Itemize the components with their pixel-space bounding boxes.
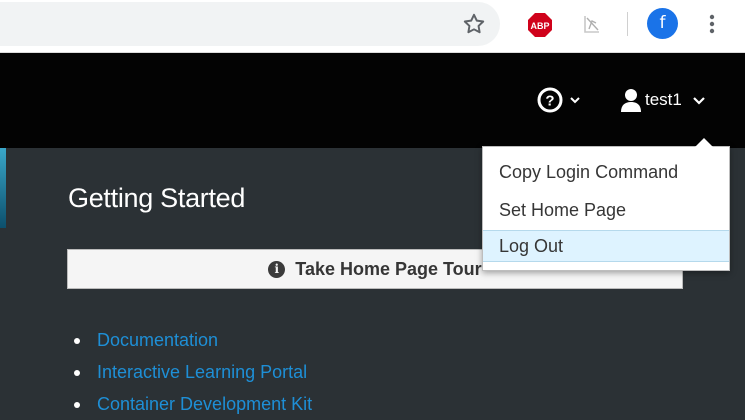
log-out-item[interactable]: Log Out [483, 230, 729, 262]
list-item: Interactive Learning Portal [74, 356, 312, 388]
dropdown-caret [695, 138, 713, 147]
user-menu-toggle[interactable]: test1 [620, 86, 706, 114]
menu-icon[interactable] [705, 12, 719, 36]
browser-toolbar: ABP f [0, 0, 745, 53]
extension-icon[interactable] [580, 12, 604, 36]
svg-text:?: ? [545, 93, 554, 110]
help-button[interactable]: ? [537, 87, 581, 113]
bullet [74, 402, 80, 408]
learning-portal-link[interactable]: Interactive Learning Portal [97, 362, 307, 383]
take-tour-label: Take Home Page Tour [295, 258, 482, 279]
list-item: Container Development Kit [74, 388, 312, 420]
user-name: test1 [645, 90, 682, 109]
adblock-label: ABP [530, 21, 549, 31]
bullet [74, 370, 80, 376]
user-dropdown-menu: Copy Login Command Set Home Page Log Out [482, 146, 730, 271]
documentation-link[interactable]: Documentation [97, 330, 218, 351]
set-home-page-item[interactable]: Set Home Page [483, 194, 729, 226]
getting-started-links: Documentation Interactive Learning Porta… [74, 324, 312, 420]
address-bar[interactable] [0, 2, 500, 46]
copy-login-command-item[interactable]: Copy Login Command [483, 156, 729, 188]
info-icon: i [268, 260, 286, 278]
chevron-down-icon [693, 97, 705, 105]
cdk-link[interactable]: Container Development Kit [97, 394, 312, 415]
list-item: Documentation [74, 324, 312, 356]
user-icon [621, 89, 641, 112]
adblock-icon[interactable]: ABP [527, 12, 553, 38]
question-circle-icon: ? [537, 87, 563, 113]
star-icon[interactable] [461, 11, 487, 37]
profile-icon[interactable]: f [647, 8, 678, 39]
toolbar-divider [627, 12, 628, 36]
bullet [74, 338, 80, 344]
chevron-down-icon [570, 97, 580, 104]
page-title: Getting Started [68, 183, 246, 213]
side-accent [0, 148, 6, 228]
